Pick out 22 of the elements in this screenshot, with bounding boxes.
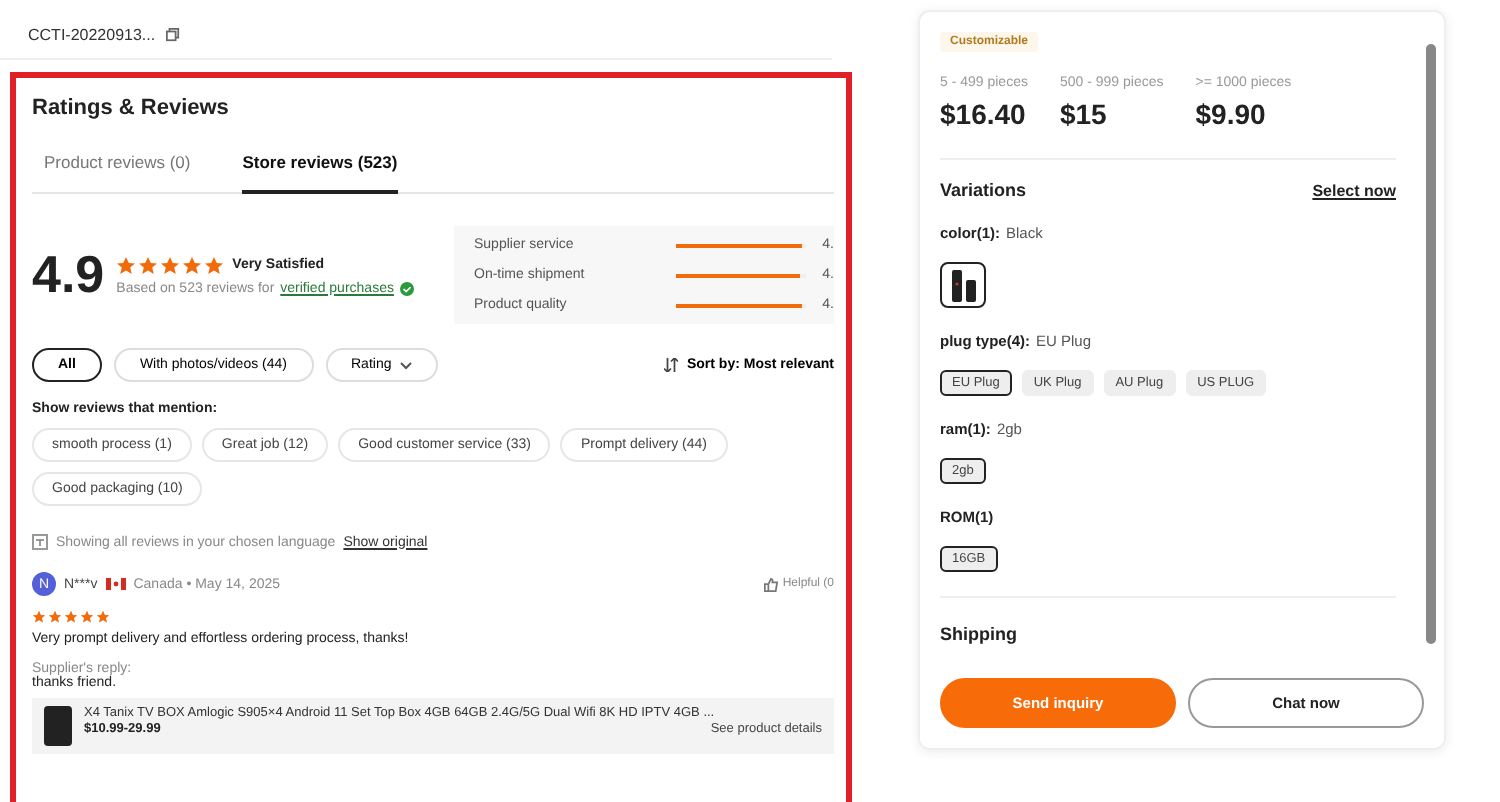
rating-score: 4.9 bbox=[32, 244, 105, 306]
review-tab[interactable]: Store reviews (523) bbox=[242, 152, 398, 194]
section-title: Ratings & Reviews bbox=[32, 96, 231, 120]
tier-price: $15 bbox=[1059, 98, 1109, 130]
select-now-link[interactable]: Select now bbox=[1312, 181, 1396, 199]
sort-icon bbox=[664, 358, 679, 372]
section-title: Variations bbox=[940, 180, 1027, 200]
device-drawing bbox=[949, 269, 977, 301]
verified-icon bbox=[399, 281, 414, 295]
tier-price: $9.90 bbox=[1195, 98, 1268, 130]
product-thumbnail bbox=[44, 706, 72, 746]
flag-icon bbox=[105, 578, 126, 590]
section-title: Shipping bbox=[940, 624, 1017, 644]
tier-price: $16.40 bbox=[940, 98, 1028, 130]
thumbs-up-icon[interactable] bbox=[764, 577, 779, 591]
chevron-icon bbox=[399, 361, 412, 369]
copy-icon[interactable] bbox=[165, 28, 180, 42]
product-code: CCTI-20220913... bbox=[28, 26, 156, 44]
review-tab[interactable]: Product reviews (0) bbox=[44, 152, 191, 194]
translate-icon bbox=[32, 534, 48, 550]
scrollbar[interactable] bbox=[1426, 44, 1436, 644]
color-swatch[interactable] bbox=[940, 262, 986, 308]
